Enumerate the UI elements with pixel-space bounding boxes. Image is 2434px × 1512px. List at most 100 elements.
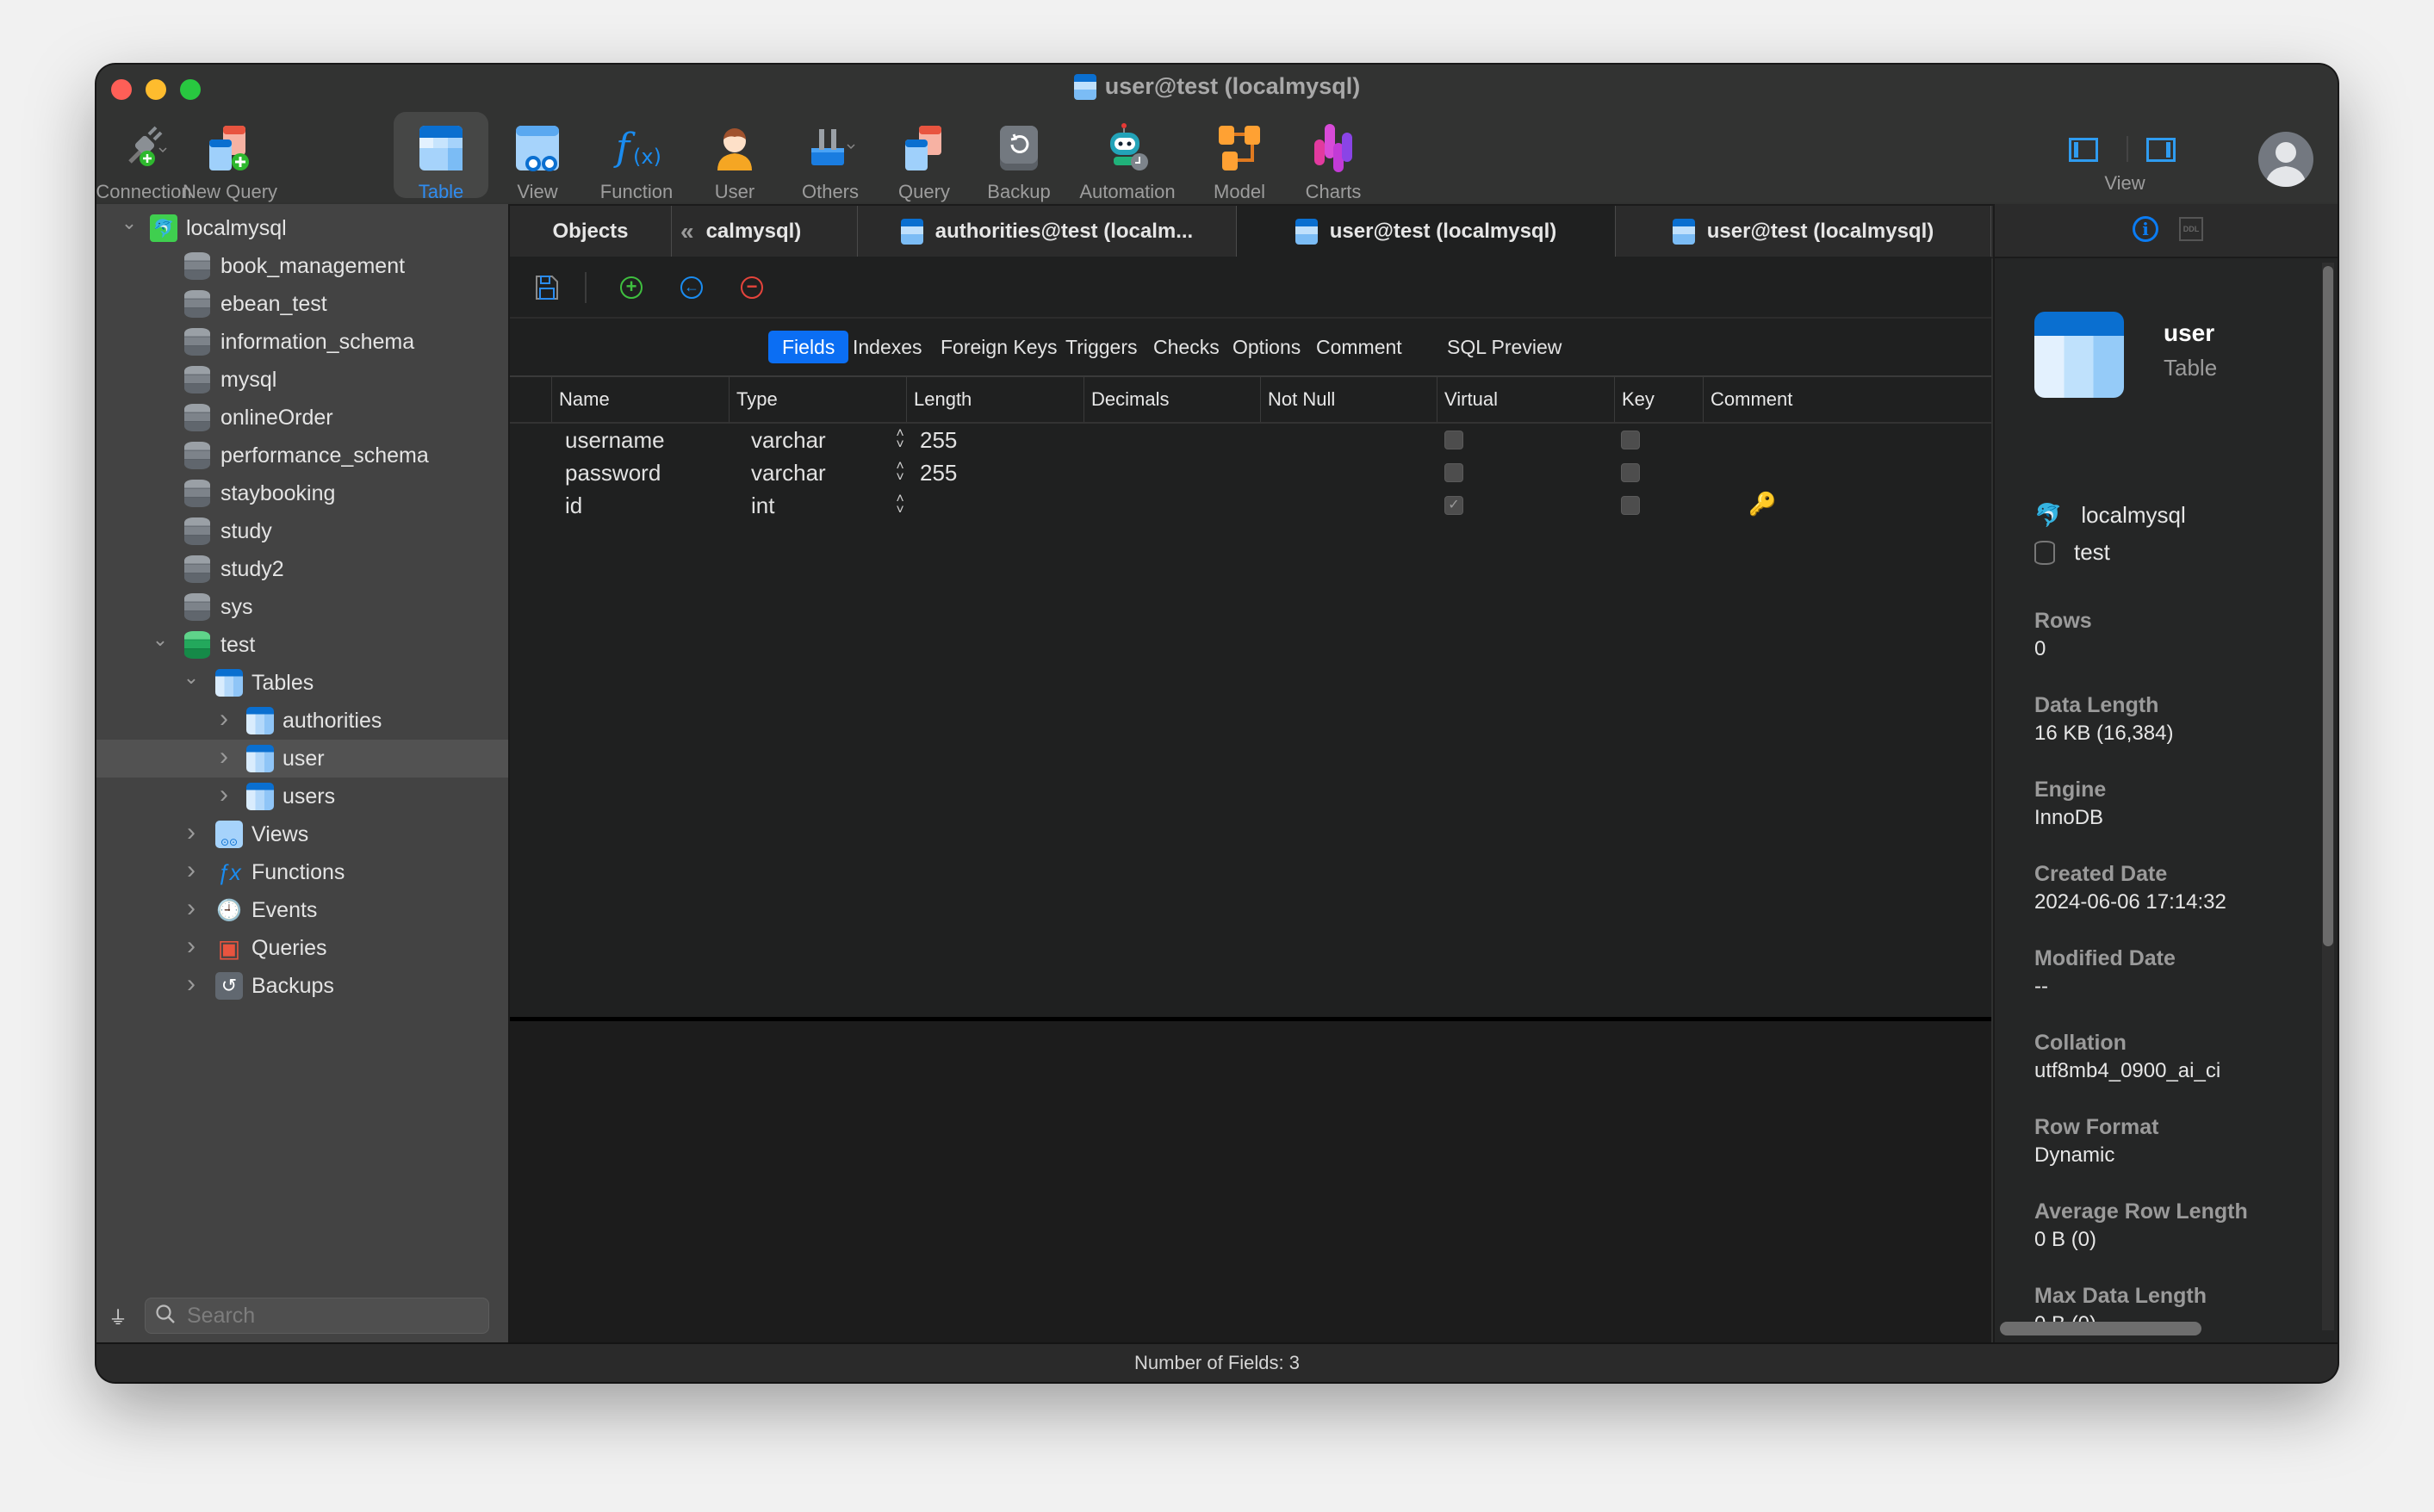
field-row[interactable]: id int ˄ ˅ ✓ 🔑 bbox=[510, 489, 1991, 522]
toolbar-table-button[interactable]: Table bbox=[394, 112, 488, 202]
virtual-checkbox[interactable] bbox=[1621, 431, 1640, 449]
save-button[interactable] bbox=[534, 274, 560, 301]
subtab-comment[interactable]: Comment bbox=[1302, 331, 1416, 363]
column-header-virtual[interactable]: Virtual bbox=[1437, 377, 1614, 422]
tab-objects[interactable]: Objects bbox=[510, 206, 672, 257]
field-type-cell[interactable]: int bbox=[751, 489, 774, 522]
type-stepper-icon[interactable]: ˄ ˅ bbox=[893, 427, 907, 452]
field-type-cell[interactable]: varchar bbox=[751, 424, 826, 456]
toolbar-view-button[interactable]: View bbox=[490, 112, 585, 202]
subtab-options[interactable]: Options bbox=[1219, 331, 1314, 363]
insert-field-button[interactable]: ← bbox=[680, 276, 703, 299]
field-length-cell[interactable]: 255 bbox=[920, 424, 957, 456]
toolbar-query-button[interactable]: Query bbox=[877, 112, 972, 202]
tree-database[interactable]: ebean_test bbox=[96, 285, 508, 323]
column-header-type[interactable]: Type bbox=[729, 377, 906, 422]
subtab-indexes[interactable]: Indexes bbox=[839, 331, 936, 363]
column-header-decimals[interactable]: Decimals bbox=[1084, 377, 1260, 422]
search-input[interactable] bbox=[185, 1302, 464, 1329]
tree-database[interactable]: staybooking bbox=[96, 474, 508, 512]
tree-group-views[interactable]: › ⊙⊙ Views bbox=[96, 815, 508, 853]
subtab-sql-preview[interactable]: SQL Preview bbox=[1433, 331, 1575, 363]
chevron-down-icon[interactable]: ⌄ bbox=[121, 214, 138, 232]
toolbar-model-button[interactable]: Model bbox=[1192, 112, 1287, 202]
tree-database[interactable]: information_schema bbox=[96, 323, 508, 361]
chevron-down-icon[interactable]: ⌄ bbox=[152, 630, 169, 649]
tree-database[interactable]: performance_schema bbox=[96, 437, 508, 474]
tree-connection-localmysql[interactable]: ⌄ 🐬 localmysql bbox=[96, 209, 508, 247]
field-length-cell[interactable]: 255 bbox=[920, 456, 957, 489]
not-null-checkbox[interactable]: ✓ bbox=[1444, 496, 1463, 515]
tab-user-data[interactable]: user@test (localmysql) bbox=[1616, 206, 1991, 257]
tree-table-authorities[interactable]: › authorities bbox=[96, 702, 508, 740]
delete-field-button[interactable]: − bbox=[741, 276, 763, 299]
toolbar-backup-button[interactable]: Backup bbox=[972, 112, 1066, 202]
toolbar-new-query-button[interactable]: New Query bbox=[183, 112, 277, 202]
column-header-not-null[interactable]: Not Null bbox=[1260, 377, 1437, 422]
chevron-right-icon[interactable]: › bbox=[183, 971, 200, 997]
tree-group-backups[interactable]: › ↺ Backups bbox=[96, 967, 508, 1005]
tree-group-queries[interactable]: › ▣ Queries bbox=[96, 929, 508, 967]
connection-filter-icon[interactable]: ⏚ bbox=[109, 1303, 127, 1330]
tree-database[interactable]: sys bbox=[96, 588, 508, 626]
toolbar-connection-button[interactable]: Connection bbox=[96, 112, 192, 202]
tree-database[interactable]: study2 bbox=[96, 550, 508, 588]
chevron-right-icon[interactable]: › bbox=[215, 744, 233, 770]
tab-user-design[interactable]: user@test (localmysql) bbox=[1237, 206, 1616, 257]
vertical-scrollbar[interactable] bbox=[2322, 263, 2334, 1330]
chevron-right-icon[interactable]: › bbox=[215, 782, 233, 808]
field-name-cell[interactable]: username bbox=[565, 424, 665, 456]
subtab-triggers[interactable]: Triggers bbox=[1052, 331, 1152, 363]
add-field-button[interactable]: + bbox=[620, 276, 643, 299]
type-stepper-icon[interactable]: ˄ ˅ bbox=[893, 460, 907, 485]
column-header-name[interactable]: Name bbox=[551, 377, 729, 422]
search-field[interactable] bbox=[145, 1298, 489, 1334]
tab-authorities[interactable]: authorities@test (localm... bbox=[858, 206, 1237, 257]
type-stepper-icon[interactable]: ˄ ˅ bbox=[893, 493, 907, 517]
tree-group-events[interactable]: › 🕘 Events bbox=[96, 891, 508, 929]
chevron-right-icon[interactable]: › bbox=[215, 706, 233, 732]
tree-group-functions[interactable]: › ƒx Functions bbox=[96, 853, 508, 891]
tree-database[interactable]: book_management bbox=[96, 247, 508, 285]
toggle-right-panel-button[interactable] bbox=[2146, 138, 2176, 162]
toolbar-others-button[interactable]: Others bbox=[783, 112, 878, 202]
chevron-down-icon[interactable]: ⌄ bbox=[183, 668, 200, 687]
tree-database-test[interactable]: ⌄ test bbox=[96, 626, 508, 664]
field-row[interactable]: password varchar ˄ ˅ 255 bbox=[510, 456, 1991, 489]
field-row[interactable]: username varchar ˄ ˅ 255 bbox=[510, 424, 1991, 456]
subtab-foreign-keys[interactable]: Foreign Keys bbox=[927, 331, 1071, 363]
user-avatar[interactable] bbox=[2258, 132, 2313, 187]
tabs-scroll-left-icon[interactable]: « bbox=[680, 218, 694, 245]
column-header-length[interactable]: Length bbox=[906, 377, 1084, 422]
scrollbar-thumb[interactable] bbox=[2323, 266, 2333, 946]
virtual-checkbox[interactable] bbox=[1621, 463, 1640, 482]
tree-database[interactable]: study bbox=[96, 512, 508, 550]
tree-group-tables[interactable]: ⌄ Tables bbox=[96, 664, 508, 702]
subtab-fields[interactable]: Fields bbox=[768, 331, 849, 363]
toggle-left-panel-button[interactable] bbox=[2069, 138, 2098, 162]
info-tab-button[interactable]: i bbox=[2133, 216, 2158, 242]
column-header-comment[interactable]: Comment bbox=[1703, 377, 1885, 422]
virtual-checkbox[interactable] bbox=[1621, 496, 1640, 515]
horizontal-scrollbar[interactable] bbox=[2000, 1322, 2201, 1335]
field-type-cell[interactable]: varchar bbox=[751, 456, 826, 489]
toolbar-automation-button[interactable]: Automation bbox=[1079, 112, 1176, 202]
toolbar-function-button[interactable]: f (x) Function bbox=[589, 112, 684, 202]
primary-key-icon[interactable]: 🔑 bbox=[1748, 491, 1776, 517]
tree-table-users[interactable]: › users bbox=[96, 778, 508, 815]
toolbar-charts-button[interactable]: Charts bbox=[1286, 112, 1381, 202]
chevron-right-icon[interactable]: › bbox=[183, 933, 200, 959]
chevron-right-icon[interactable]: › bbox=[183, 895, 200, 921]
not-null-checkbox[interactable] bbox=[1444, 431, 1463, 449]
chevron-right-icon[interactable]: › bbox=[183, 858, 200, 883]
tree-database[interactable]: mysql bbox=[96, 361, 508, 399]
ddl-tab-button[interactable]: DDL bbox=[2179, 217, 2203, 241]
toolbar-user-button[interactable]: User bbox=[687, 112, 782, 202]
tree-database[interactable]: onlineOrder bbox=[96, 399, 508, 437]
not-null-checkbox[interactable] bbox=[1444, 463, 1463, 482]
column-header-key[interactable]: Key bbox=[1614, 377, 1703, 422]
tree-table-user[interactable]: › user bbox=[96, 740, 508, 778]
field-name-cell[interactable]: id bbox=[565, 489, 582, 522]
tab-overflow[interactable]: « calmysql) bbox=[672, 206, 858, 257]
field-name-cell[interactable]: password bbox=[565, 456, 661, 489]
